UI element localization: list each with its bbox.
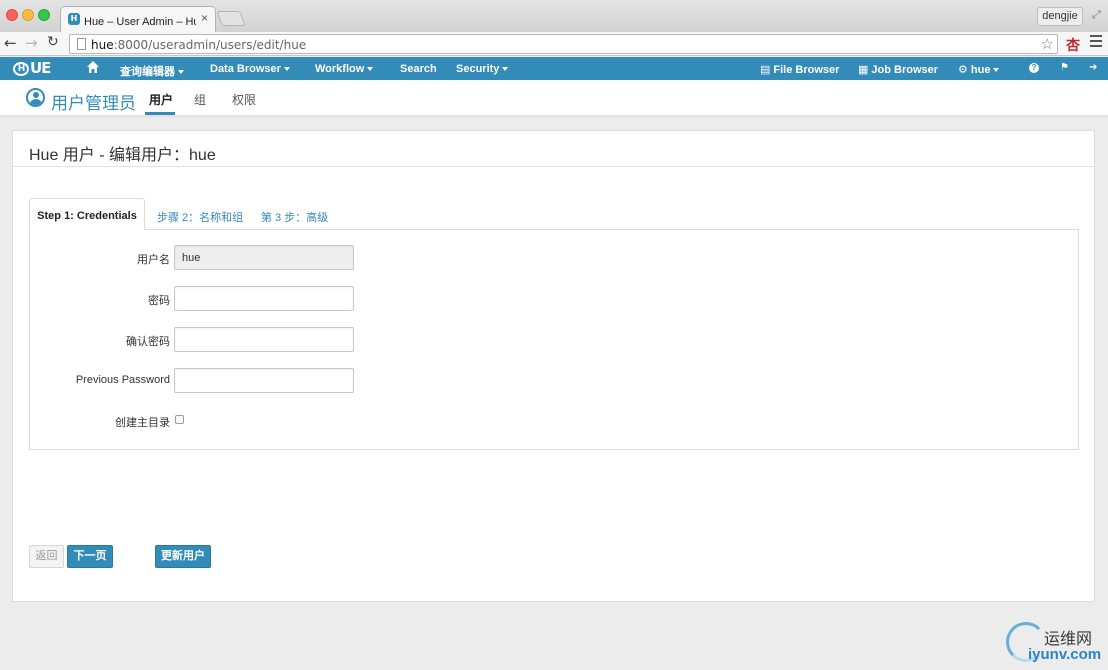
new-tab-button[interactable] — [216, 11, 246, 26]
nav-file-browser[interactable]: ▤ File Browser — [760, 63, 839, 76]
create-home-dir-checkbox[interactable] — [175, 415, 184, 424]
nav-query-editors[interactable]: 查询编辑器 — [120, 63, 184, 79]
home-icon[interactable] — [86, 60, 100, 74]
page-title: Hue 用户 - 编辑用户：hue — [29, 147, 216, 164]
list-icon: ▦ — [858, 64, 869, 76]
zoom-window-button[interactable] — [38, 9, 50, 21]
password-label: 密码 — [148, 295, 170, 307]
update-user-button[interactable]: 更新用户 — [155, 545, 211, 568]
confirm-password-field[interactable] — [174, 327, 354, 352]
tab-close-icon[interactable]: × — [201, 11, 208, 25]
step-credentials-tab[interactable]: Step 1: Credentials — [29, 198, 145, 230]
help-icon[interactable]: ? — [1029, 63, 1039, 73]
extension-icon[interactable]: 杏 — [1066, 35, 1080, 55]
chevron-down-icon — [283, 67, 290, 71]
wizard-steps: Step 1: Credentials 步骤 2：名称和组 第 3 步：高级 — [29, 198, 1079, 230]
back-arrow-icon[interactable]: ← — [4, 34, 17, 52]
browser-toolbar: ← → ↻ hue:8000/useradmin/users/edit/hue … — [0, 32, 1108, 56]
hue-logo[interactable]: H UE — [13, 60, 51, 76]
nav-user-menu[interactable]: ⚙ hue — [958, 63, 1000, 76]
url-path: :8000/useradmin/users/edit/hue — [113, 38, 307, 52]
url-text: hue:8000/useradmin/users/edit/hue — [91, 38, 306, 52]
page-icon — [77, 38, 86, 50]
nav-workflow[interactable]: Workflow — [315, 63, 374, 75]
next-button[interactable]: 下一页 — [67, 545, 113, 568]
hue-favicon-icon: H — [68, 13, 80, 25]
back-button[interactable]: 返回 — [29, 545, 64, 568]
hamburger-menu-icon[interactable] — [1090, 35, 1102, 50]
app-subnav: 用户管理员 用户 组 权限 — [0, 80, 1108, 116]
tab-groups[interactable]: 组 — [194, 91, 206, 108]
url-host: hue — [91, 38, 114, 52]
browser-tab-active[interactable]: H Hue – User Admin – Hue 用 × — [60, 6, 216, 32]
nav-search[interactable]: Search — [400, 63, 437, 75]
previous-password-field[interactable] — [174, 368, 354, 393]
edit-user-card: Hue 用户 - 编辑用户：hue Step 1: Credentials 步骤… — [12, 130, 1095, 602]
step-advanced-tab[interactable]: 第 3 步：高级 — [261, 198, 328, 230]
flag-icon[interactable]: ⚑ — [1060, 62, 1069, 73]
hue-navbar: H UE 查询编辑器 Data Browser Workflow Search S… — [0, 57, 1108, 80]
profile-button[interactable]: dengjie — [1037, 7, 1083, 26]
chevron-down-icon — [367, 67, 374, 71]
active-tab-indicator — [145, 112, 175, 115]
browser-tabstrip: H Hue – User Admin – Hue 用 × dengjie ⤢ — [0, 0, 1108, 32]
tab-permissions[interactable]: 权限 — [232, 91, 256, 108]
card-header: Hue 用户 - 编辑用户：hue — [13, 131, 1094, 167]
tab-users[interactable]: 用户 — [149, 91, 173, 108]
chevron-down-icon — [993, 68, 1000, 72]
logout-icon[interactable]: ➔ — [1089, 62, 1097, 73]
browser-tab-title: Hue – User Admin – Hue 用 — [84, 16, 196, 28]
username-field[interactable] — [174, 245, 354, 270]
watermark-text-en: iyunv.com — [1028, 646, 1102, 663]
gear-icon: ⚙ — [958, 64, 968, 76]
forward-arrow-icon[interactable]: → — [25, 34, 38, 52]
chevron-down-icon — [502, 67, 509, 71]
password-field[interactable] — [174, 286, 354, 311]
address-bar[interactable]: hue:8000/useradmin/users/edit/hue ☆ — [69, 34, 1058, 54]
close-window-button[interactable] — [6, 9, 18, 21]
nav-data-browser[interactable]: Data Browser — [210, 63, 290, 75]
user-admin-icon — [26, 88, 45, 107]
reload-icon[interactable]: ↻ — [47, 34, 59, 50]
minimize-window-button[interactable] — [22, 9, 34, 21]
app-title[interactable]: 用户管理员 — [51, 89, 136, 114]
previous-password-label: Previous Password — [75, 374, 170, 386]
bookmark-star-icon[interactable]: ☆ — [1041, 35, 1054, 53]
file-icon: ▤ — [760, 64, 771, 76]
create-home-dir-label: 创建主目录 — [115, 417, 170, 429]
step-name-groups-tab[interactable]: 步骤 2：名称和组 — [157, 198, 243, 230]
confirm-password-label: 确认密码 — [126, 336, 170, 348]
nav-security[interactable]: Security — [456, 63, 509, 75]
username-label: 用户名 — [137, 254, 170, 266]
chevron-down-icon — [178, 70, 184, 74]
fullscreen-icon[interactable]: ⤢ — [1092, 9, 1101, 22]
credentials-panel: 用户名 密码 确认密码 Previous Password 创建主目录 — [29, 229, 1079, 450]
nav-job-browser[interactable]: ▦ Job Browser — [858, 63, 938, 76]
